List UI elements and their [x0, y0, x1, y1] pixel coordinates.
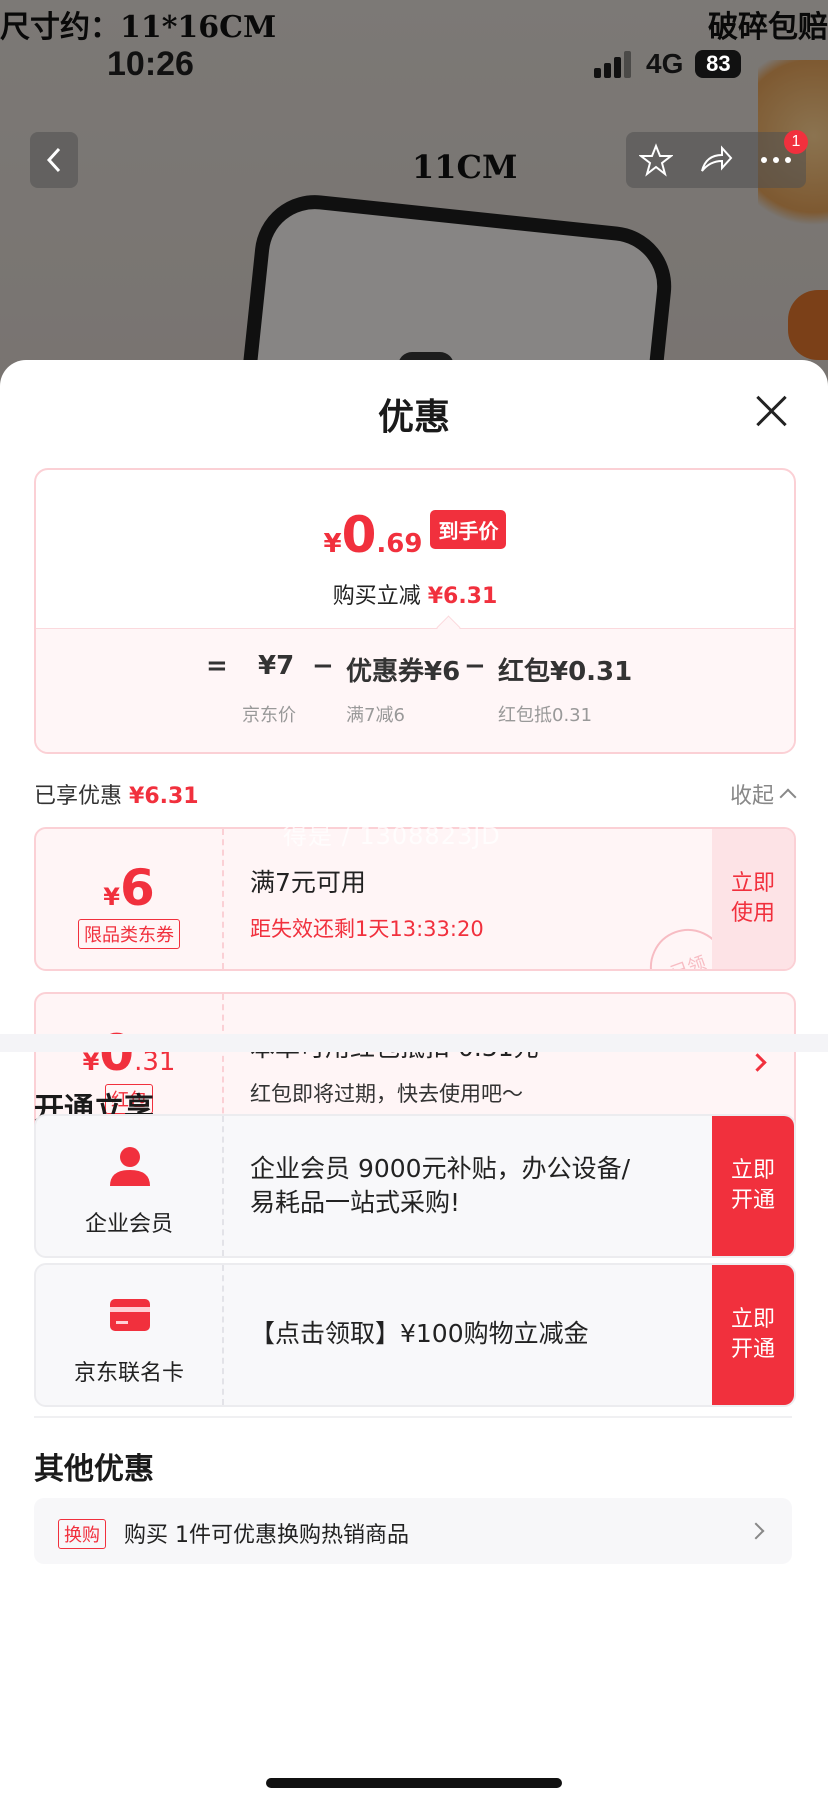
cobrand-card[interactable]: 京东联名卡 【点击领取】¥100购物立减金 立即 开通: [34, 1263, 796, 1407]
section-divider: [34, 1416, 792, 1418]
chevron-up-icon: [779, 788, 797, 806]
product-background: 尺寸约：11*16CM 破碎包赔 11CM 10:26 4G 83 1: [0, 0, 828, 400]
redpacket-amount: 红包¥0.31: [498, 657, 633, 687]
exchange-description: 购买 1件可优惠换购热销商品: [124, 1523, 409, 1548]
price-breakdown: = ¥7 京东价 − 优惠券¥6 满7减6 − 红包¥0.31 红包抵0.31: [36, 628, 794, 752]
purchase-reduction: 购买立减 ¥6.31: [36, 578, 794, 610]
exchange-offer-row[interactable]: 换购 购买 1件可优惠换购热销商品: [34, 1498, 792, 1564]
coupon-amount: 优惠券¥6: [346, 657, 461, 687]
equals-sign: =: [206, 651, 228, 681]
reduction-label: 购买立减: [332, 584, 421, 609]
coupon-type-tag: 限品类东券: [78, 919, 180, 949]
sheet-title: 优惠: [377, 397, 450, 438]
member-description: 企业会员 9000元补贴，办公设备/易耗品一站式采购!: [250, 1154, 630, 1217]
chevron-right-icon: [748, 1053, 767, 1072]
signal-icon: [594, 50, 634, 78]
battery-icon: 83: [695, 50, 742, 78]
exchange-tag: 换购: [58, 1519, 106, 1549]
section-divider: [0, 1034, 828, 1052]
coupon-value-panel: ¥6 限品类东券: [36, 829, 224, 969]
coupon-countdown: 距失效还剩1天13:33:20: [250, 917, 484, 941]
open-member-label: 立即 开通: [730, 1158, 775, 1213]
network-type: 4G: [646, 48, 684, 79]
cobrand-description: 【点击领取】¥100购物立减金: [250, 1319, 589, 1348]
redpacket-value: 0: [99, 1024, 135, 1082]
nav-actions: [626, 132, 806, 188]
use-coupon-button[interactable]: 立即 使用: [712, 829, 794, 969]
redpacket-expiry-hint: 红包即将过期，快去使用吧～: [250, 1082, 523, 1106]
notification-badge: 1: [784, 130, 808, 154]
final-price-tag: 到手价: [430, 510, 507, 549]
jd-price-label: 京东价: [242, 705, 296, 726]
coupon-value: 6: [119, 859, 155, 917]
more-icon[interactable]: [759, 155, 793, 165]
home-indicator[interactable]: [266, 1778, 562, 1788]
reduction-value: ¥6.31: [427, 584, 498, 609]
member-left-panel: 企业会员: [36, 1116, 224, 1256]
price-currency: ¥: [323, 529, 342, 559]
final-price-card: ¥0.69 到手价 购买立减 ¥6.31 = ¥7 京东价 − 优惠券¥6 满7减…: [34, 468, 796, 754]
jd-price: ¥7: [258, 651, 295, 681]
back-button[interactable]: [30, 132, 78, 188]
chevron-right-icon: [747, 1522, 765, 1540]
open-cobrand-button[interactable]: 立即 开通: [712, 1265, 794, 1405]
collapse-button[interactable]: 收起: [729, 778, 797, 810]
share-icon[interactable]: [698, 143, 734, 177]
other-section-title: 其他优惠: [34, 1452, 154, 1487]
enjoyed-label: 已享优惠: [34, 784, 123, 809]
coupon-rule: 满7减6: [346, 705, 405, 726]
use-coupon-label: 立即 使用: [730, 871, 775, 926]
minus-sign: −: [312, 651, 334, 681]
redpacket-currency: ¥: [82, 1048, 100, 1076]
final-price: ¥0.69 到手价: [36, 506, 794, 564]
coupon-condition: 满7元可用: [250, 868, 366, 897]
cobrand-left-panel: 京东联名卡: [36, 1265, 224, 1405]
cobrand-label: 京东联名卡: [73, 1361, 184, 1386]
collapse-label: 收起: [729, 784, 774, 809]
star-icon[interactable]: [638, 143, 673, 177]
chevron-left-icon: [46, 147, 61, 173]
watermark-text: 得是 / 1308823JD: [283, 822, 501, 850]
minus-sign: −: [464, 651, 486, 681]
credit-card-icon: [110, 1299, 150, 1331]
enjoyed-discount: 已享优惠 ¥6.31: [34, 778, 199, 810]
enterprise-member-card[interactable]: 企业会员 企业会员 9000元补贴，办公设备/易耗品一站式采购! 立即 开通: [34, 1114, 796, 1258]
open-cobrand-label: 立即 开通: [730, 1307, 775, 1362]
person-icon: [110, 1147, 150, 1186]
redpacket-rule: 红包抵0.31: [498, 705, 593, 726]
price-integer: 0: [341, 506, 377, 564]
status-time: 10:26: [107, 45, 194, 83]
close-icon[interactable]: [754, 394, 788, 428]
discount-sheet: 优惠 ¥0.69 到手价 购买立减 ¥6.31 = ¥7 京东价 − 优惠券¥6 …: [0, 360, 828, 1801]
status-indicators: 4G 83: [594, 48, 742, 80]
enjoyed-value: ¥6.31: [129, 784, 199, 809]
open-member-button[interactable]: 立即 开通: [712, 1116, 794, 1256]
coupon-currency: ¥: [103, 883, 120, 911]
member-label: 企业会员: [84, 1212, 173, 1237]
price-decimal: .69: [376, 529, 423, 559]
